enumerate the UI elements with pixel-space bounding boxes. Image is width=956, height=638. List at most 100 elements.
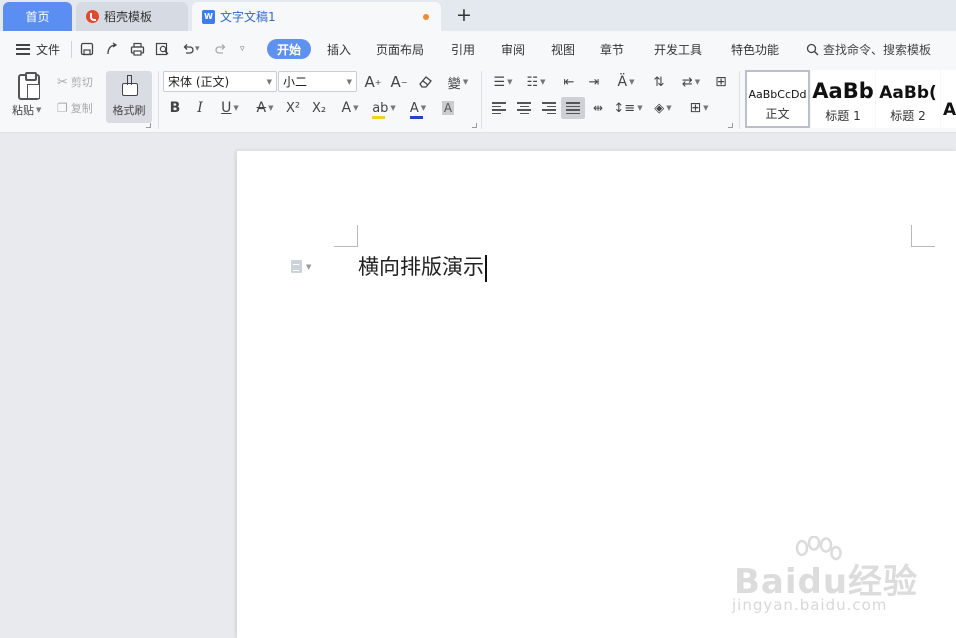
sort-button[interactable]: ⇅	[649, 72, 669, 92]
justify-icon	[566, 102, 580, 114]
text-effects-icon: A	[341, 100, 352, 116]
chevron-down-icon: ▼	[266, 78, 272, 86]
print-preview-button[interactable]	[155, 31, 170, 67]
grow-font-icon[interactable]: A +	[363, 72, 383, 92]
line-spacing-icon: ↕≡	[613, 100, 636, 116]
print-icon	[130, 42, 145, 56]
superscript-icon: X²	[285, 100, 301, 116]
margin-mark-top-right	[911, 225, 935, 247]
format-painter-icon	[119, 74, 139, 96]
shading-button[interactable]: ◈ ▼	[649, 98, 677, 118]
save-icon	[80, 42, 94, 56]
style-heading-3[interactable]: A	[941, 70, 956, 128]
phonetic-guide-button[interactable]: 變 ▼	[445, 72, 471, 92]
style-heading-1[interactable]: AaBb 标题 1	[811, 70, 875, 128]
borders-button[interactable]: ⊞ ▼	[684, 98, 714, 118]
copy-button[interactable]: ❐ 复制	[57, 99, 93, 117]
tab-start[interactable]: 开始	[267, 39, 311, 59]
tab-document[interactable]: W 文字文稿1	[192, 2, 441, 31]
document-body-text[interactable]: 横向排版演示	[358, 251, 487, 283]
underline-button[interactable]: U ▼	[216, 98, 244, 118]
shrink-font-icon[interactable]: A −	[389, 72, 409, 92]
tab-home-label: 首页	[25, 10, 50, 24]
paste-button[interactable]	[17, 72, 41, 101]
convert-icon: ⇄	[681, 74, 693, 90]
undo-button[interactable]: ▾	[181, 31, 200, 67]
chevron-down-icon: ▼	[703, 104, 709, 112]
chevron-down-icon: ▼	[540, 78, 546, 86]
paste-dropdown[interactable]: 粘贴 ▼	[12, 102, 41, 118]
tab-developer[interactable]: 开发工具	[654, 31, 702, 67]
new-tab-button[interactable]: +	[456, 4, 472, 26]
character-shading-button[interactable]: A	[438, 98, 458, 118]
decrease-indent-button[interactable]: ⇤	[559, 72, 579, 92]
subscript-button[interactable]: X₂	[309, 98, 329, 118]
format-painter-label: 格式刷	[112, 104, 146, 117]
chevron-down-icon: ▼	[346, 78, 352, 86]
italic-button[interactable]: I	[191, 98, 209, 118]
tab-special-features[interactable]: 特色功能	[731, 31, 779, 67]
tab-home[interactable]: 首页	[3, 2, 72, 31]
tab-bar: 首页 稻壳模板 W 文字文稿1 +	[0, 0, 956, 31]
text-direction-button[interactable]: Ä ▼	[611, 72, 641, 92]
tab-template-label: 稻壳模板	[104, 10, 153, 24]
scissors-icon: ✂	[57, 74, 68, 90]
align-left-button[interactable]	[489, 98, 509, 118]
justify-button[interactable]	[563, 98, 583, 118]
command-search[interactable]: 查找命令、搜索模板	[806, 31, 931, 67]
align-right-button[interactable]	[539, 98, 559, 118]
font-family-select[interactable]: 宋体 (正文) ▼	[163, 71, 277, 92]
show-marks-button[interactable]: ⊞	[711, 72, 731, 92]
style-normal-name: 正文	[765, 107, 790, 121]
font-size-select[interactable]: 小二 ▼	[278, 71, 357, 92]
tab-section[interactable]: 章节	[600, 31, 624, 67]
writer-doc-icon: W	[202, 9, 215, 24]
copy-icon: ❐	[57, 101, 68, 115]
line-spacing-button[interactable]: ↕≡ ▼	[613, 98, 642, 118]
superscript-button[interactable]: X²	[283, 98, 303, 118]
increase-indent-button[interactable]: ⇥	[584, 72, 604, 92]
bold-button[interactable]: B	[166, 98, 184, 118]
style-normal-sample: AaBbCcDd	[748, 88, 807, 101]
cut-button[interactable]: ✂ 剪切	[57, 73, 93, 91]
tab-template[interactable]: 稻壳模板	[76, 2, 188, 31]
align-center-button[interactable]	[514, 98, 534, 118]
paragraph-handle[interactable]: ▼	[291, 260, 311, 273]
style-normal[interactable]: AaBbCcDd 正文	[745, 70, 810, 128]
underline-icon: U	[221, 100, 232, 116]
align-right-icon	[542, 102, 556, 114]
chevron-down-icon: ▼	[353, 104, 359, 112]
style-heading-2-sample: AaBb(	[879, 83, 937, 103]
clear-format-button[interactable]	[416, 72, 436, 92]
line-convert-button[interactable]: ⇄ ▼	[677, 72, 705, 92]
numbering-button[interactable]: ☷ ▼	[522, 72, 550, 92]
font-color-button[interactable]: A ▼	[405, 98, 431, 119]
redo-button[interactable]	[214, 31, 228, 67]
tab-review[interactable]: 审阅	[501, 31, 525, 67]
font-launcher-icon[interactable]	[472, 123, 477, 128]
bullets-button[interactable]: ☰ ▼	[489, 72, 517, 92]
undo-icon	[183, 44, 194, 54]
style-heading-2[interactable]: AaBb( 标题 2	[876, 70, 940, 128]
paragraph-launcher-icon[interactable]	[728, 123, 733, 128]
tab-page-layout[interactable]: 页面布局	[376, 31, 424, 67]
file-menu-button[interactable]: 文件	[16, 31, 60, 67]
tab-view[interactable]: 视图	[551, 31, 575, 67]
tab-references[interactable]: 引用	[451, 31, 475, 67]
save-button[interactable]	[80, 31, 94, 67]
export-pdf-button[interactable]	[105, 31, 119, 67]
document-line: 横向排版演示	[358, 255, 484, 279]
distributed-button[interactable]: ⇹	[588, 98, 608, 118]
tab-insert[interactable]: 插入	[327, 31, 351, 67]
clipboard-launcher-icon[interactable]	[146, 123, 151, 128]
text-effects-button[interactable]: A ▼	[337, 98, 363, 118]
print-button[interactable]	[130, 31, 145, 67]
tab-document-label: 文字文稿1	[220, 10, 276, 24]
style-heading-2-name: 标题 2	[890, 109, 926, 123]
strikethrough-button[interactable]: A ▼	[251, 98, 279, 118]
paragraph-icon	[291, 260, 302, 273]
highlight-button[interactable]: ab ▼	[370, 98, 398, 119]
quick-access-customize-icon[interactable]: ▿	[240, 31, 245, 67]
ribbon: 粘贴 ▼ ✂ 剪切 ❐ 复制 格式刷 宋体 (正文) ▼ 小二 ▼ A + A − 變…	[0, 67, 956, 133]
undo-dropdown-icon[interactable]: ▾	[195, 44, 200, 54]
